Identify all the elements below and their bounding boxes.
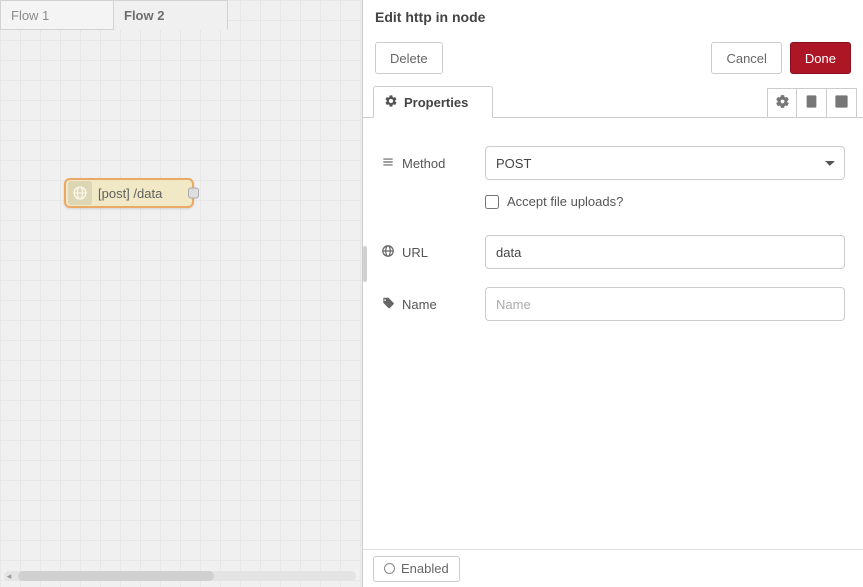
panel-footer: Enabled [363, 549, 863, 587]
layout-icon [834, 94, 849, 112]
flow-tab-1[interactable]: Flow 1 [0, 0, 114, 30]
appearance-icon-button[interactable] [827, 88, 857, 118]
flow-tab-2[interactable]: Flow 2 [114, 0, 228, 30]
circle-icon [384, 563, 395, 574]
name-label: Name [381, 296, 485, 313]
done-button-label: Done [805, 51, 836, 66]
method-select[interactable]: GETPOSTPUTDELETEPATCH [485, 146, 845, 180]
url-label-text: URL [402, 245, 428, 260]
enabled-toggle[interactable]: Enabled [373, 556, 460, 582]
edit-panel: Edit http in node Delete Cancel Done Pro… [363, 0, 863, 587]
tab-properties-label: Properties [404, 95, 468, 110]
node-label: [post] /data [98, 186, 162, 201]
delete-button-label: Delete [390, 51, 428, 66]
panel-tabbar: Properties [363, 86, 863, 118]
method-label: Method [381, 155, 485, 172]
flow-tab-1-label: Flow 1 [11, 8, 49, 23]
url-label: URL [381, 244, 485, 261]
workspace-horizontal-scrollbar[interactable]: ◂ [4, 571, 356, 581]
accept-file-uploads-label[interactable]: Accept file uploads? [507, 194, 623, 209]
method-label-text: Method [402, 156, 445, 171]
panel-title: Edit http in node [363, 0, 863, 34]
properties-form: Method GETPOSTPUTDELETEPATCH Accept file… [363, 118, 863, 549]
docs-icon-button[interactable] [797, 88, 827, 118]
globe-icon [68, 181, 92, 205]
cancel-button[interactable]: Cancel [711, 42, 781, 74]
panel-actions: Delete Cancel Done [363, 34, 863, 86]
name-label-text: Name [402, 297, 437, 312]
node-output-port[interactable] [188, 188, 199, 199]
globe-icon [381, 244, 395, 261]
enabled-toggle-label: Enabled [401, 561, 449, 576]
list-icon [381, 155, 395, 172]
tab-properties[interactable]: Properties [373, 86, 493, 118]
gear-icon [775, 94, 790, 112]
http-in-node[interactable]: [post] /data [64, 178, 194, 208]
workspace-tabs: Flow 1 Flow 2 [0, 0, 228, 30]
document-icon [804, 94, 819, 112]
gear-icon [384, 94, 398, 111]
flow-tab-2-label: Flow 2 [124, 8, 164, 23]
workspace-canvas[interactable]: Flow 1 Flow 2 [post] /data ◂ [0, 0, 363, 587]
form-scroll-gutter[interactable] [363, 246, 367, 282]
cancel-button-label: Cancel [726, 51, 766, 66]
accept-file-uploads-checkbox[interactable] [485, 195, 499, 209]
done-button[interactable]: Done [790, 42, 851, 74]
scroll-left-icon[interactable]: ◂ [4, 571, 14, 581]
url-input[interactable] [485, 235, 845, 269]
name-input[interactable] [485, 287, 845, 321]
settings-icon-button[interactable] [767, 88, 797, 118]
scrollbar-thumb[interactable] [18, 571, 214, 581]
delete-button[interactable]: Delete [375, 42, 443, 74]
tag-icon [381, 296, 395, 313]
workspace-dim-overlay [0, 0, 362, 587]
panel-title-text: Edit http in node [375, 9, 485, 25]
